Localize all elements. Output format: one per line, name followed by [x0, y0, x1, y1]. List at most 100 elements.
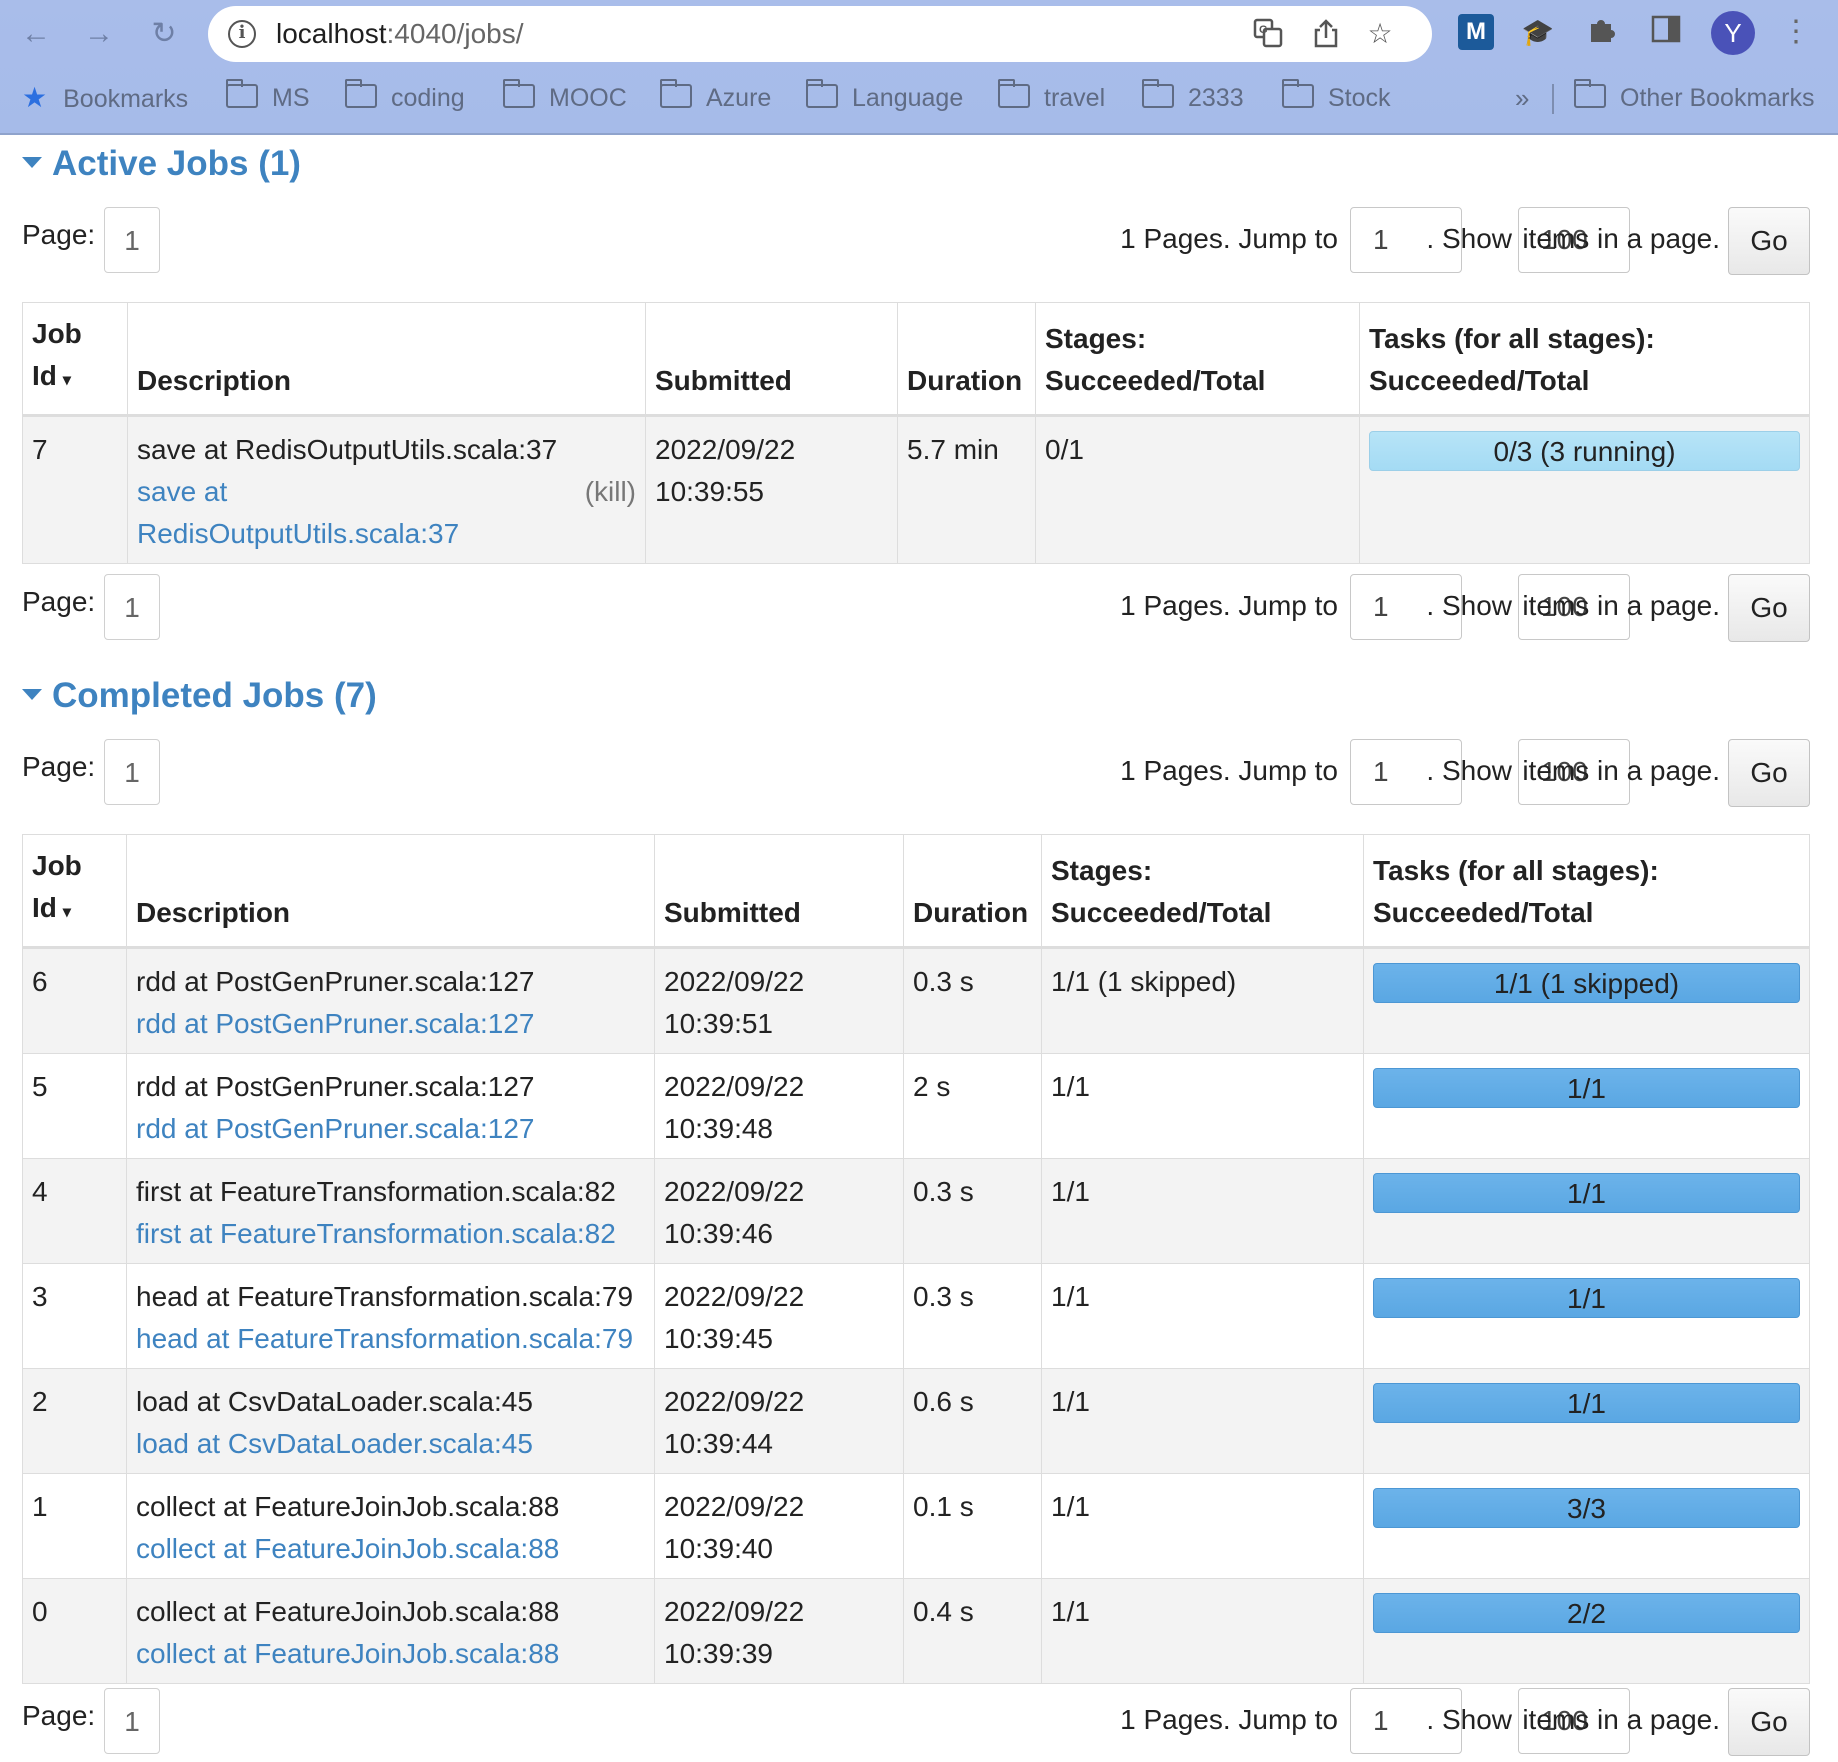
stages-value: 1/1 [1041, 1158, 1364, 1264]
header-label: Id [32, 892, 57, 923]
bookmark-folder-mooc[interactable]: MOOC [503, 78, 627, 118]
profile-avatar[interactable]: Y [1711, 11, 1755, 55]
other-bookmarks[interactable]: Other Bookmarks [1574, 78, 1815, 118]
side-panel-icon[interactable] [1648, 14, 1684, 50]
completed-jobs-title: Completed Jobs (7) [52, 676, 377, 715]
active-jobs-header[interactable]: Active Jobs (1) [22, 144, 301, 184]
submitted-time: 2022/09/22 10:39:45 [654, 1263, 904, 1369]
submitted-header[interactable]: Submitted [645, 302, 898, 417]
go-button[interactable]: Go [1728, 574, 1810, 642]
duration-header[interactable]: Duration [903, 834, 1042, 949]
job-id: 1 [22, 1473, 127, 1579]
bookmark-label: Language [852, 84, 964, 112]
job-id: 3 [22, 1263, 127, 1369]
bookmark-folder-language[interactable]: Language [806, 78, 963, 118]
go-button[interactable]: Go [1728, 207, 1810, 275]
submitted-date: 2022/09/22 [664, 1071, 805, 1102]
job-detail-link[interactable]: load at CsvDataLoader.scala:45 [136, 1423, 645, 1465]
job-detail-link[interactable]: collect at FeatureJoinJob.scala:88 [136, 1633, 645, 1675]
folder-icon [998, 79, 1030, 109]
submitted-clock: 10:39:44 [664, 1428, 773, 1459]
table-row: 3 head at FeatureTransformation.scala:79 h… [22, 1263, 1810, 1369]
submitted-clock: 10:39:40 [664, 1533, 773, 1564]
duration-value: 0.6 s [903, 1368, 1042, 1474]
page-link[interactable]: 1 [104, 574, 160, 640]
back-arrow-icon[interactable]: ← [16, 14, 56, 54]
page-label: Page: [22, 586, 96, 617]
submitted-clock: 10:39:48 [664, 1113, 773, 1144]
job-id-header[interactable]: Job Id ▾ [22, 302, 128, 417]
url-host: localhost [276, 18, 387, 49]
go-button[interactable]: Go [1728, 739, 1810, 807]
tasks-cell: 1/1 [1363, 1263, 1810, 1369]
graduation-cap-icon[interactable]: 🎓 [1520, 14, 1556, 50]
job-detail-link[interactable]: head at FeatureTransformation.scala:79 [136, 1318, 645, 1360]
job-id-header[interactable]: Job Id ▾ [22, 834, 127, 949]
more-menu-icon[interactable]: ⋮ [1778, 14, 1814, 50]
tasks-header[interactable]: Tasks (for all stages): Succeeded/Total [1363, 834, 1810, 949]
job-detail-link[interactable]: first at FeatureTransformation.scala:82 [136, 1213, 645, 1255]
submitted-time: 2022/09/22 10:39:40 [654, 1473, 904, 1579]
job-detail-link[interactable]: rdd at PostGenPruner.scala:127 [136, 1003, 645, 1045]
bookmark-folder-travel[interactable]: travel [998, 78, 1105, 118]
page-link[interactable]: 1 [104, 739, 160, 805]
extension-m-icon[interactable]: M [1458, 14, 1494, 50]
go-button[interactable]: Go [1728, 1688, 1810, 1756]
job-detail-link[interactable]: save at [137, 476, 227, 507]
job-detail-link[interactable]: RedisOutputUtils.scala:37 [137, 513, 636, 555]
site-info-icon[interactable]: i [228, 20, 256, 48]
forward-arrow-icon[interactable]: → [79, 14, 119, 54]
show-text: . Show [1426, 590, 1512, 621]
job-id: 6 [22, 947, 127, 1054]
tasks-cell: 1/1 [1363, 1368, 1810, 1474]
submitted-date: 2022/09/22 [664, 1281, 805, 1312]
job-detail-link[interactable]: collect at FeatureJoinJob.scala:88 [136, 1528, 645, 1570]
reload-icon[interactable]: ↻ [144, 14, 184, 54]
share-icon[interactable] [1310, 18, 1342, 50]
tasks-header[interactable]: Tasks (for all stages): Succeeded/Total [1359, 302, 1810, 417]
stages-value: 1/1 [1041, 1053, 1364, 1159]
job-detail-link[interactable]: rdd at PostGenPruner.scala:127 [136, 1108, 645, 1150]
completed-jobs-header[interactable]: Completed Jobs (7) [22, 676, 377, 716]
bookmark-folder-stock[interactable]: Stock [1282, 78, 1391, 118]
bookmark-folder-2333[interactable]: 2333 [1142, 78, 1244, 118]
bookmarks-item[interactable]: ★ Bookmarks [22, 78, 188, 118]
header-label: Succeeded/Total [1373, 897, 1594, 928]
page-link[interactable]: 1 [104, 1688, 160, 1754]
kill-link[interactable]: (kill) [585, 471, 636, 513]
show-text: . Show [1426, 223, 1512, 254]
tasks-progress-bar: 1/1 [1373, 1383, 1800, 1423]
tasks-progress-bar: 0/3 (3 running) [1369, 431, 1800, 471]
description-text: collect at FeatureJoinJob.scala:88 [136, 1596, 560, 1627]
submitted-time: 2022/09/22 10:39:44 [654, 1368, 904, 1474]
duration-header[interactable]: Duration [897, 302, 1036, 417]
extensions-puzzle-icon[interactable] [1584, 14, 1620, 50]
description-header[interactable]: Description [127, 302, 646, 417]
star-icon: ★ [22, 82, 48, 113]
stages-value: 1/1 (1 skipped) [1041, 947, 1364, 1054]
stages-header[interactable]: Stages: Succeeded/Total [1041, 834, 1364, 949]
table-row: 7 save at RedisOutputUtils.scala:37 (kil… [22, 415, 1810, 564]
url-text[interactable]: localhost:4040/jobs/ [276, 18, 524, 50]
pages-text: 1 Pages. Jump to [1120, 1704, 1338, 1735]
page-label: Page: [22, 219, 96, 250]
bookmark-folder-ms[interactable]: MS [226, 78, 310, 118]
description-header[interactable]: Description [126, 834, 655, 949]
translate-icon[interactable]: G [1252, 18, 1284, 50]
submitted-header[interactable]: Submitted [654, 834, 904, 949]
bookmark-star-icon[interactable]: ☆ [1364, 18, 1396, 50]
page-link[interactable]: 1 [104, 207, 160, 273]
tasks-progress-bar: 1/1 [1373, 1068, 1800, 1108]
tasks-cell: 1/1 [1363, 1158, 1810, 1264]
job-id: 7 [22, 415, 128, 564]
folder-icon [345, 79, 377, 109]
address-bar[interactable]: i localhost:4040/jobs/ G ☆ [208, 6, 1432, 62]
bookmarks-overflow-chevron-icon[interactable]: » [1515, 78, 1529, 118]
bookmark-folder-azure[interactable]: Azure [660, 78, 771, 118]
submitted-date: 2022/09/22 [664, 1596, 805, 1627]
header-label: Job [32, 850, 82, 881]
job-description: rdd at PostGenPruner.scala:127 rdd at Pos… [126, 1053, 655, 1159]
folder-icon [503, 79, 535, 109]
stages-header[interactable]: Stages: Succeeded/Total [1035, 302, 1360, 417]
bookmark-folder-coding[interactable]: coding [345, 78, 465, 118]
